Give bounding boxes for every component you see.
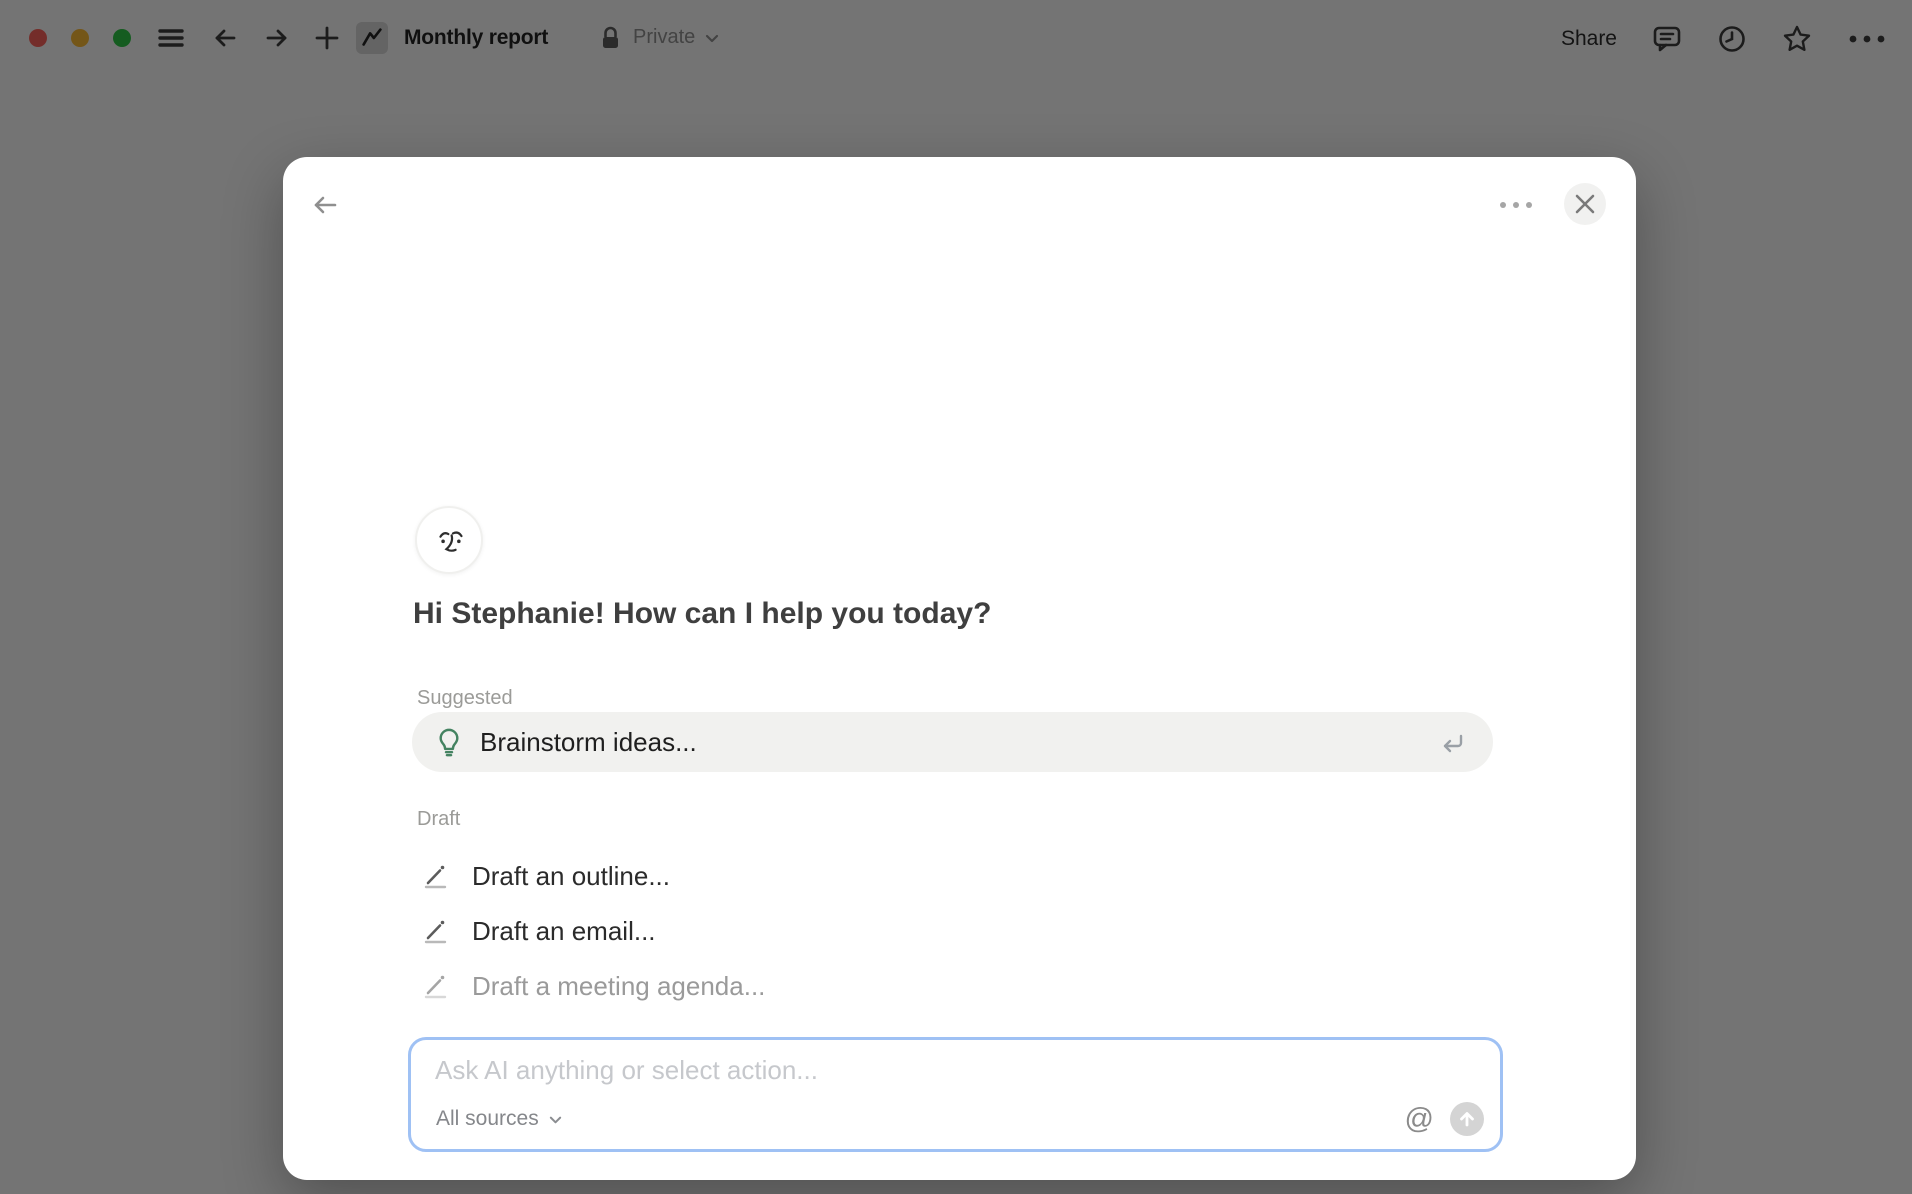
ai-prompt-box: All sources @ bbox=[408, 1037, 1503, 1152]
sources-label: All sources bbox=[436, 1107, 539, 1130]
action-label: Draft an email... bbox=[472, 915, 656, 946]
modal-close-button[interactable] bbox=[1564, 183, 1606, 225]
ai-assistant-modal: Hi Stephanie! How can I help you today? … bbox=[283, 157, 1636, 1180]
enter-key-icon bbox=[1437, 728, 1467, 758]
ai-greeting: Hi Stephanie! How can I help you today? bbox=[413, 597, 992, 630]
ai-avatar bbox=[415, 506, 483, 574]
lightbulb-icon bbox=[435, 727, 463, 757]
pencil-icon bbox=[423, 918, 450, 945]
prompt-toolbar: All sources @ bbox=[436, 1102, 1484, 1136]
mention-button[interactable]: @ bbox=[1404, 1102, 1434, 1135]
pencil-icon bbox=[423, 973, 450, 1000]
action-draft-meeting-agenda[interactable]: Draft a meeting agenda... bbox=[412, 964, 1493, 1008]
suggestion-label: Brainstorm ideas... bbox=[480, 726, 697, 757]
arrow-left-icon bbox=[309, 189, 341, 221]
ellipsis-icon bbox=[1498, 200, 1534, 210]
close-icon bbox=[1574, 193, 1596, 215]
suggested-section-label: Suggested bbox=[417, 687, 513, 709]
action-label: Draft a meeting agenda... bbox=[472, 970, 766, 1001]
modal-more-button[interactable] bbox=[1489, 189, 1543, 221]
draft-section-label: Draft bbox=[417, 808, 461, 830]
suggestion-brainstorm-ideas[interactable]: Brainstorm ideas... bbox=[412, 712, 1493, 772]
sources-dropdown[interactable]: All sources bbox=[436, 1107, 563, 1131]
pencil-icon bbox=[423, 863, 450, 890]
action-draft-outline[interactable]: Draft an outline... bbox=[412, 854, 1493, 898]
ai-prompt-input[interactable] bbox=[433, 1054, 1433, 1087]
send-button[interactable] bbox=[1450, 1102, 1484, 1136]
chevron-down-icon bbox=[548, 1112, 563, 1127]
action-label: Draft an outline... bbox=[472, 860, 670, 891]
action-draft-email[interactable]: Draft an email... bbox=[412, 909, 1493, 953]
at-icon: @ bbox=[1404, 1102, 1434, 1135]
modal-back-button[interactable] bbox=[305, 187, 345, 223]
arrow-up-icon bbox=[1457, 1109, 1477, 1129]
notion-ai-face-icon bbox=[428, 519, 470, 561]
app-window: Monthly report Private Share bbox=[0, 0, 1912, 1194]
